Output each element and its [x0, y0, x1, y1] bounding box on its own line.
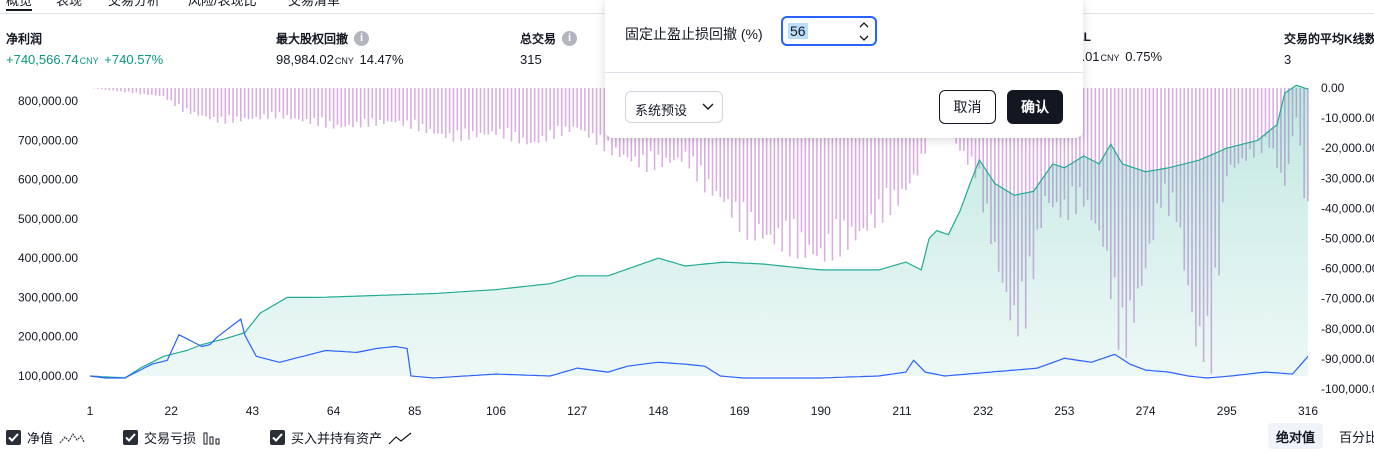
- left-axis-tick-label: 100,000.00: [18, 369, 78, 383]
- x-axis-tick-label: 316: [1298, 404, 1318, 418]
- right-axis-tick-label: -50,000.00: [1321, 232, 1374, 246]
- bars-icon: [203, 432, 220, 444]
- x-axis-tick-label: 190: [811, 404, 831, 418]
- stat-value: 3: [1284, 52, 1292, 67]
- chevron-down-icon[interactable]: [857, 32, 871, 44]
- left-axis-tick-label: 300,000.00: [18, 290, 78, 304]
- left-axis-tick-label: 600,000.00: [18, 173, 78, 187]
- stat-percent: +740.57%: [104, 52, 164, 67]
- stat-value: 98,984.02: [276, 52, 334, 67]
- info-icon[interactable]: i: [354, 31, 370, 46]
- tab-overview[interactable]: 概览: [6, 0, 33, 11]
- currency-unit: CNY: [1100, 53, 1120, 63]
- stat-percent: 14.47%: [359, 52, 404, 67]
- legend-label: 净值: [27, 431, 54, 446]
- right-axis-tick-label: -70,000.00: [1321, 292, 1374, 306]
- right-axis-tick-label: -30,000.00: [1321, 171, 1374, 185]
- preset-label: 系统预设: [635, 103, 688, 118]
- tab-risk-ratio[interactable]: 风险/表现比: [188, 0, 257, 9]
- chevron-down-icon: [702, 103, 714, 110]
- right-axis-tick-label: -90,000.00: [1321, 352, 1374, 366]
- stat-value: +740,566.74: [6, 52, 79, 67]
- stat-avg-bars: 交易的平均K线数 3: [1284, 30, 1374, 67]
- legend-equity[interactable]: 净值: [6, 428, 85, 447]
- x-axis-tick-label: 232: [973, 404, 993, 418]
- legend-label: 交易亏损: [144, 431, 197, 446]
- stat-value: 315: [520, 52, 542, 67]
- right-axis-tick-label: -80,000.00: [1321, 322, 1374, 336]
- preset-dropdown[interactable]: 系统预设: [625, 91, 723, 123]
- left-axis-tick-label: 700,000.00: [18, 133, 78, 147]
- stat-net-profit: 净利润 +740,566.74CNY +740.57%: [6, 30, 163, 67]
- stat-label: 交易的平均K线数: [1284, 32, 1374, 46]
- popup-divider: [605, 72, 1083, 73]
- checkbox-checked-icon[interactable]: [270, 430, 285, 445]
- left-axis-tick-label: 800,000.00: [18, 94, 78, 108]
- stat-label: 最大股权回撤: [276, 32, 349, 46]
- line-trend-icon: [388, 432, 412, 444]
- cancel-button[interactable]: 取消: [939, 90, 996, 124]
- x-axis-tick-label: 253: [1054, 404, 1074, 418]
- stat-total-trades: 总交易 i 315: [520, 30, 578, 67]
- right-axis-tick-label: -20,000.00: [1321, 141, 1374, 155]
- legend-label: 买入并持有资产: [291, 431, 383, 446]
- right-axis-tick-label: -60,000.00: [1321, 262, 1374, 276]
- trailing-stop-popup: 固定止盈止损回撤 (%) 56 系统预设 取消 确认: [605, 0, 1083, 138]
- currency-unit: CNY: [334, 56, 354, 66]
- x-axis-tick-label: 85: [408, 404, 422, 418]
- x-axis-tick-label: 295: [1217, 404, 1237, 418]
- absolute-value-toggle[interactable]: 绝对值: [1268, 423, 1324, 449]
- x-axis-tick-label: 169: [730, 404, 750, 418]
- x-axis-tick-label: 211: [892, 404, 911, 418]
- left-axis-tick-label: 200,000.00: [18, 330, 78, 344]
- stat-percent: 0.75%: [1125, 49, 1163, 64]
- x-axis-tick-label: 274: [1136, 404, 1156, 418]
- legend-buyhold[interactable]: 买入并持有资产: [270, 428, 412, 447]
- left-axis-tick-label: 400,000.00: [18, 251, 78, 265]
- confirm-button[interactable]: 确认: [1007, 90, 1063, 124]
- x-axis-tick-label: 64: [327, 404, 341, 418]
- right-axis-tick-label: -40,000.00: [1321, 201, 1374, 215]
- x-axis-tick-label: 148: [648, 404, 668, 418]
- tab-trade-analysis[interactable]: 交易分析: [108, 0, 160, 9]
- trailing-stop-input[interactable]: 56: [781, 16, 877, 46]
- tab-trade-list[interactable]: 交易清单: [288, 0, 340, 9]
- input-value[interactable]: 56: [788, 23, 808, 39]
- info-icon[interactable]: i: [562, 31, 578, 46]
- x-axis-tick-label: 1: [87, 404, 94, 418]
- stat-max-drawdown: 最大股权回撤 i 98,984.02CNY 14.47%: [276, 30, 404, 67]
- checkbox-checked-icon[interactable]: [6, 430, 21, 445]
- trailing-stop-label: 固定止盈止损回撤 (%): [625, 26, 763, 42]
- x-axis-tick-label: 106: [486, 404, 506, 418]
- x-axis-tick-label: 22: [165, 404, 179, 418]
- right-axis-tick-label: 0.00: [1321, 81, 1345, 95]
- chevron-up-icon[interactable]: [857, 19, 871, 31]
- percent-toggle[interactable]: 百分比: [1331, 423, 1374, 449]
- legend-drawdown[interactable]: 交易亏损: [123, 428, 224, 447]
- right-axis-tick-label: -100,000.00: [1321, 382, 1374, 396]
- currency-unit: CNY: [79, 56, 99, 66]
- equity-line-icon: [59, 432, 85, 443]
- tab-performance[interactable]: 表现: [56, 0, 82, 9]
- left-axis-tick-label: 500,000.00: [18, 212, 78, 226]
- x-axis-tick-label: 127: [567, 404, 587, 418]
- right-axis-tick-label: -10,000.00: [1321, 111, 1374, 125]
- checkbox-checked-icon[interactable]: [123, 430, 138, 445]
- stat-label: 净利润: [6, 32, 43, 46]
- stat-label: 总交易: [520, 32, 557, 46]
- x-axis-tick-label: 43: [246, 404, 260, 418]
